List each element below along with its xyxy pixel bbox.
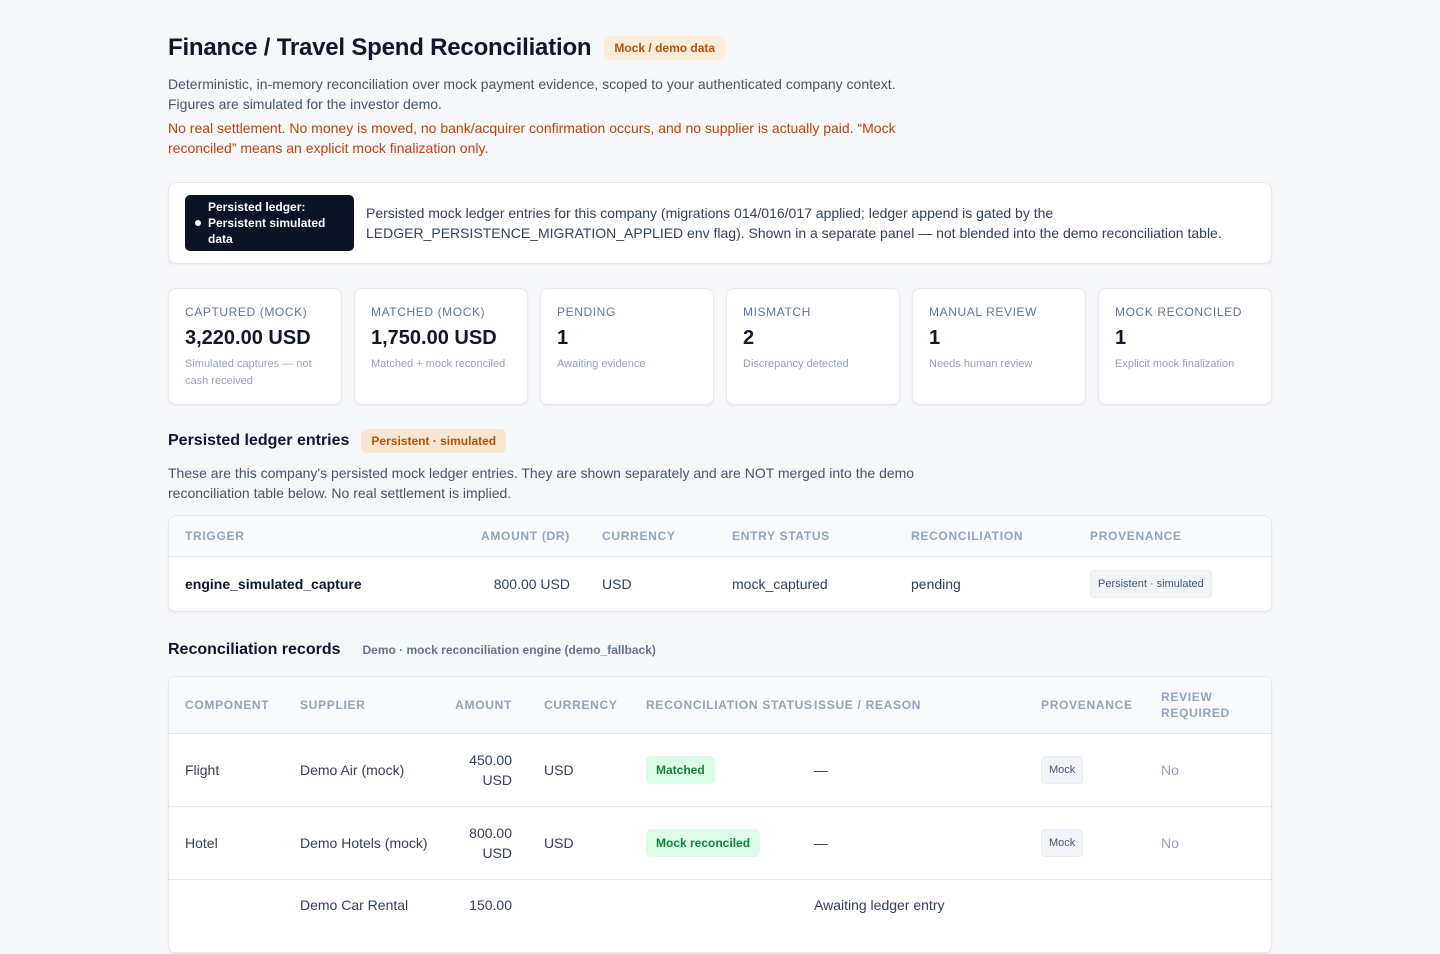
- col-trigger[interactable]: Trigger: [185, 528, 470, 544]
- kpi-label: Mock reconciled: [1115, 305, 1243, 319]
- ledger-table-header: Trigger Amount (DR) Currency Entry statu…: [169, 516, 1271, 557]
- table-row[interactable]: engine_simulated_capture 800.00 USD USD …: [169, 557, 1271, 611]
- page-subtitle: Deterministic, in-memory reconciliation …: [168, 76, 896, 112]
- table-row[interactable]: Flight Demo Air (mock) 450.00 USD USD Ma…: [169, 734, 1271, 807]
- col-amount-dr[interactable]: Amount (DR): [470, 528, 570, 544]
- ledger-banner: Persisted ledger: Persistent simulated d…: [168, 182, 1272, 264]
- kpi-label: Captured (mock): [185, 305, 308, 319]
- cell-reconciliation: pending: [911, 576, 961, 592]
- cell-currency: USD: [544, 762, 574, 778]
- cell-currency: USD: [602, 576, 632, 592]
- kpi-value: 1: [557, 327, 569, 349]
- page-title: Finance / Travel Spend Reconciliation: [168, 34, 592, 61]
- col-provenance[interactable]: Provenance: [1052, 528, 1232, 544]
- page: Finance / Travel Spend Reconciliation Mo…: [168, 32, 1272, 954]
- col-component[interactable]: Component: [185, 697, 300, 713]
- col-reconciliation[interactable]: Reconciliation: [872, 528, 1052, 544]
- kpi-value: 2: [743, 327, 755, 349]
- header: Finance / Travel Spend Reconciliation Mo…: [168, 32, 1272, 64]
- ledger-banner-text: Persisted mock ledger entries for this c…: [366, 205, 1222, 241]
- kpi-note: Simulated captures — not cash received: [185, 358, 312, 387]
- kpi-label: Manual review: [929, 305, 1038, 319]
- col-issue-reason[interactable]: Issue / reason: [814, 697, 1041, 713]
- kpi-note: Needs human review: [929, 358, 1033, 370]
- col-provenance[interactable]: Provenance: [1041, 697, 1161, 713]
- records-section-title: Reconciliation records: [168, 641, 341, 658]
- cell-review-required: No: [1161, 835, 1179, 851]
- cell-component: Flight: [185, 762, 220, 778]
- cell-trigger: engine_simulated_capture: [185, 576, 362, 592]
- kpi-row: Captured (mock) 3,220.00 USD Simulated c…: [168, 288, 1272, 405]
- cell-issue: Awaiting ledger entry: [814, 897, 945, 913]
- kpi-note: Discrepancy detected: [743, 358, 849, 370]
- engine-tag: Demo · mock reconciliation engine (demo_…: [362, 643, 656, 657]
- kpi-label: Pending: [557, 305, 616, 319]
- persisted-ledger-badge-text: Persisted ledger: Persistent simulated d…: [208, 199, 344, 247]
- records-table: Component Supplier Amount Currency Recon…: [168, 676, 1272, 954]
- cell-status: Matched: [646, 756, 814, 784]
- cell-review-required: No: [1161, 762, 1179, 778]
- kpi-card-matched: Matched (mock) 1,750.00 USD Matched + mo…: [354, 288, 528, 405]
- cell-amount: 150.00: [469, 897, 512, 913]
- ledger-section-description: These are this company's persisted mock …: [168, 465, 915, 501]
- cell-issue: —: [814, 762, 828, 778]
- ledger-section-title: Persisted ledger entries: [168, 432, 350, 449]
- kpi-note: Matched + mock reconciled: [371, 358, 506, 370]
- cell-issue: —: [814, 835, 828, 851]
- persisted-ledger-badge: Persisted ledger: Persistent simulated d…: [185, 195, 354, 251]
- kpi-card-pending: Pending 1 Awaiting evidence: [540, 288, 714, 405]
- table-row[interactable]: Demo Car Rental 150.00 Awaiting ledger e…: [169, 880, 1271, 953]
- provenance-tag: Mock: [1041, 756, 1084, 784]
- cell-component: Hotel: [185, 835, 218, 851]
- col-supplier[interactable]: Supplier: [300, 697, 437, 713]
- cell-entry-status: mock_captured: [732, 576, 828, 592]
- cell-supplier: Demo Air (mock): [300, 762, 405, 778]
- kpi-value: 3,220.00 USD: [185, 327, 311, 349]
- cell-amount: 800.00 USD: [469, 825, 512, 861]
- cell-currency: USD: [544, 835, 574, 851]
- kpi-card-captured: Captured (mock) 3,220.00 USD Simulated c…: [168, 288, 342, 405]
- provenance-tag: Mock: [1041, 829, 1084, 857]
- cell-amount: 800.00 USD: [493, 576, 570, 592]
- kpi-value: 1: [929, 327, 941, 349]
- kpi-note: Awaiting evidence: [557, 358, 646, 370]
- cell-provenance: Persistent · simulated: [1052, 570, 1232, 598]
- col-currency[interactable]: Currency: [512, 697, 646, 713]
- records-table-header: Component Supplier Amount Currency Recon…: [169, 677, 1271, 734]
- cell-status: Mock reconciled: [646, 829, 814, 857]
- col-entry-status[interactable]: Entry status: [701, 528, 872, 544]
- badge-line-1: Persisted ledger:: [208, 200, 306, 214]
- cell-supplier: Demo Car Rental: [300, 897, 409, 913]
- kpi-value: 1,750.00 USD: [371, 327, 497, 349]
- cell-amount: 450.00 USD: [469, 752, 512, 788]
- settlement-warning: No real settlement. No money is moved, n…: [168, 120, 896, 156]
- kpi-label: Matched (mock): [371, 305, 486, 319]
- kpi-card-mock-reconciled: Mock reconciled 1 Explicit mock finaliza…: [1098, 288, 1272, 405]
- kpi-note: Explicit mock finalization: [1115, 358, 1235, 370]
- badge-line-2: Persistent simulated data: [208, 216, 326, 246]
- cell-provenance: Mock: [1041, 829, 1161, 857]
- col-amount[interactable]: Amount: [437, 697, 512, 713]
- col-reconciliation-status[interactable]: Reconciliation status: [646, 697, 814, 713]
- status-badge: Matched: [646, 756, 715, 784]
- table-row[interactable]: Hotel Demo Hotels (mock) 800.00 USD USD …: [169, 807, 1271, 880]
- ledger-section-header: Persisted ledger entries Persistent · si…: [168, 429, 1272, 453]
- mock-data-badge: Mock / demo data: [604, 36, 726, 60]
- bullet-icon: [195, 220, 201, 226]
- status-badge: Mock reconciled: [646, 829, 761, 857]
- col-review-required[interactable]: Review required: [1161, 689, 1251, 721]
- records-section-header: Reconciliation records Demo · mock recon…: [168, 638, 1272, 662]
- cell-provenance: Mock: [1041, 756, 1161, 784]
- kpi-card-manual-review: Manual review 1 Needs human review: [912, 288, 1086, 405]
- col-currency[interactable]: Currency: [570, 528, 701, 544]
- kpi-card-mismatch: Mismatch 2 Discrepancy detected: [726, 288, 900, 405]
- cell-supplier: Demo Hotels (mock): [300, 835, 428, 851]
- persistent-simulated-badge: Persistent · simulated: [361, 429, 507, 453]
- provenance-tag: Persistent · simulated: [1090, 570, 1212, 598]
- kpi-value: 1: [1115, 327, 1127, 349]
- kpi-label: Mismatch: [743, 305, 811, 319]
- ledger-table: Trigger Amount (DR) Currency Entry statu…: [168, 515, 1272, 612]
